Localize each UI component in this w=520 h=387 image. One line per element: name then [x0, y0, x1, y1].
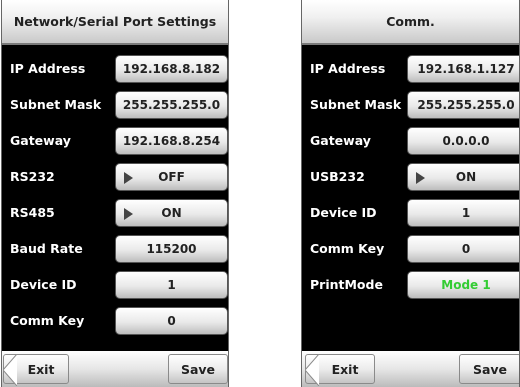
dropdown-triangle-icon: [416, 172, 425, 184]
rs485-row: RS485 ON: [2, 199, 228, 229]
rs232-value: OFF: [158, 170, 185, 184]
comm-key-field[interactable]: 0: [407, 235, 519, 263]
screen-title: Comm.: [302, 0, 519, 45]
printmode-row: PrintMode Mode 1: [302, 271, 519, 301]
baud-rate-field[interactable]: 115200: [115, 235, 228, 263]
usb232-label: USB232: [310, 169, 365, 184]
device-id-row: Device ID 1: [2, 271, 228, 301]
exit-label: Exit: [27, 361, 55, 377]
rs232-toggle[interactable]: OFF: [115, 163, 228, 191]
save-button[interactable]: Save: [168, 354, 228, 384]
comm-settings-screen: Comm. IP Address 192.168.1.127 Subnet Ma…: [301, 0, 520, 387]
gateway-label: Gateway: [310, 133, 371, 148]
exit-button[interactable]: Exit: [3, 354, 69, 386]
usb232-toggle[interactable]: ON: [407, 163, 519, 191]
usb232-row: USB232 ON: [302, 163, 519, 193]
comm-key-label: Comm Key: [310, 241, 385, 256]
gateway-row: Gateway 192.168.8.254: [2, 127, 228, 157]
comm-key-row: Comm Key 0: [2, 307, 228, 337]
save-button[interactable]: Save: [459, 354, 519, 384]
screen-title: Network/Serial Port Settings: [2, 0, 228, 45]
exit-label: Exit: [331, 361, 359, 377]
baud-rate-label: Baud Rate: [10, 241, 83, 256]
exit-button[interactable]: Exit: [305, 354, 375, 386]
rs485-label: RS485: [10, 205, 55, 220]
gateway-field[interactable]: 192.168.8.254: [115, 127, 228, 155]
usb232-value: ON: [455, 170, 477, 184]
subnet-mask-row: Subnet Mask 255.255.255.0: [2, 91, 228, 121]
subnet-mask-field[interactable]: 255.255.255.0: [407, 91, 519, 119]
footer-bar: Exit Save: [302, 351, 519, 387]
rs485-toggle[interactable]: ON: [115, 199, 228, 227]
subnet-mask-label: Subnet Mask: [10, 97, 102, 112]
device-id-field[interactable]: 1: [115, 271, 228, 299]
gateway-row: Gateway 0.0.0.0: [302, 127, 519, 157]
rs485-value: ON: [161, 206, 182, 220]
device-id-label: Device ID: [10, 277, 77, 292]
printmode-label: PrintMode: [310, 277, 383, 292]
ip-address-label: IP Address: [10, 61, 86, 76]
ip-address-row: IP Address 192.168.8.182: [2, 55, 228, 85]
network-serial-settings-screen: Network/Serial Port Settings IP Address …: [1, 0, 229, 387]
device-id-label: Device ID: [310, 205, 377, 220]
comm-key-label: Comm Key: [10, 313, 85, 328]
ip-address-field[interactable]: 192.168.1.127: [407, 55, 519, 83]
ip-address-row: IP Address 192.168.1.127: [302, 55, 519, 85]
ip-address-label: IP Address: [310, 61, 386, 76]
device-id-field[interactable]: 1: [407, 199, 519, 227]
subnet-mask-row: Subnet Mask 255.255.255.0: [302, 91, 519, 121]
dropdown-triangle-icon: [124, 172, 133, 184]
device-id-row: Device ID 1: [302, 199, 519, 229]
rs232-row: RS232 OFF: [2, 163, 228, 193]
footer-bar: Exit Save: [2, 351, 228, 387]
gateway-label: Gateway: [10, 133, 71, 148]
baud-rate-row: Baud Rate 115200: [2, 235, 228, 265]
back-arrow-icon: [3, 354, 17, 386]
rs232-label: RS232: [10, 169, 55, 184]
comm-key-row: Comm Key 0: [302, 235, 519, 265]
save-label: Save: [472, 361, 508, 377]
printmode-field[interactable]: Mode 1: [407, 271, 519, 299]
gateway-field[interactable]: 0.0.0.0: [407, 127, 519, 155]
ip-address-field[interactable]: 192.168.8.182: [115, 55, 228, 83]
save-label: Save: [180, 361, 216, 377]
subnet-mask-field[interactable]: 255.255.255.0: [115, 91, 228, 119]
comm-key-field[interactable]: 0: [115, 307, 228, 335]
subnet-mask-label: Subnet Mask: [310, 97, 402, 112]
back-arrow-icon: [305, 354, 319, 386]
dropdown-triangle-icon: [124, 208, 133, 220]
